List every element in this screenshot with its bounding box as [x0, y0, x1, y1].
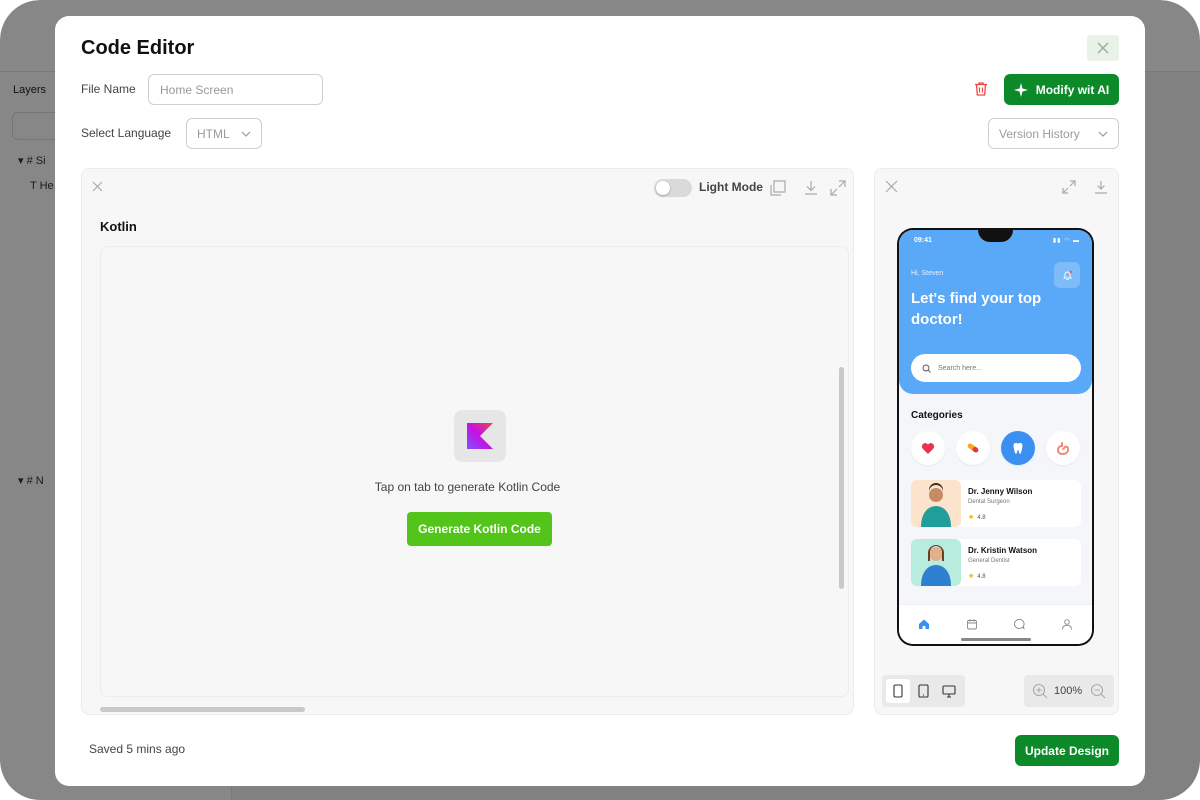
phone-greeting: Hi, Steven — [911, 270, 944, 277]
phone-bottom-nav — [899, 604, 1092, 644]
phone-notification-button[interactable] — [1054, 262, 1080, 288]
doctor-photo — [911, 480, 961, 527]
close-icon[interactable] — [92, 181, 103, 192]
phone-home-indicator — [961, 638, 1031, 641]
update-design-button[interactable]: Update Design — [1015, 735, 1119, 766]
device-mobile-button[interactable] — [886, 679, 910, 703]
doctor-avatar-icon — [921, 483, 951, 527]
phone-time: 09:41 — [914, 237, 932, 244]
device-tablet-button[interactable] — [911, 679, 935, 703]
phone-screen: 09:41 ▮▮ ◠ ▬ Hi, Steven Let's find your … — [899, 230, 1092, 644]
horizontal-scrollbar[interactable] — [100, 707, 305, 712]
doctor-role: Dental Surgeon — [968, 499, 1010, 505]
trash-icon[interactable] — [972, 80, 990, 98]
mobile-icon — [893, 684, 903, 698]
phone-search-placeholder: Search here... — [938, 364, 982, 372]
tooth-icon — [1013, 442, 1023, 454]
phone-categories-title: Categories — [911, 410, 963, 421]
download-icon[interactable] — [802, 179, 820, 197]
device-desktop-button[interactable] — [937, 679, 961, 703]
select-language-label: Select Language — [81, 126, 172, 140]
phone-preview: 09:41 ▮▮ ◠ ▬ Hi, Steven Let's find your … — [897, 228, 1094, 646]
vertical-scrollbar[interactable] — [839, 367, 844, 589]
phone-doctor-card[interactable]: Dr. Kristin Watson General Dentist ★ 4.8 — [911, 539, 1081, 586]
empty-state-message: Tap on tab to generate Kotlin Code — [374, 480, 561, 494]
search-icon — [922, 364, 931, 373]
pill-icon — [967, 443, 979, 453]
star-icon: ★ — [968, 573, 975, 580]
device-switcher — [882, 675, 965, 707]
file-name-label: File Name — [81, 82, 136, 96]
download-icon[interactable] — [1093, 179, 1109, 195]
doctor-role: General Dentist — [968, 558, 1010, 564]
sparkle-icon — [1013, 82, 1028, 97]
home-icon[interactable] — [918, 618, 930, 630]
copy-icon[interactable] — [769, 179, 787, 197]
doctor-name: Dr. Kristin Watson — [968, 546, 1038, 555]
light-mode-label: Light Mode — [699, 180, 763, 194]
modify-ai-label: Modify wit AI — [1035, 82, 1110, 97]
chevron-down-icon — [1098, 131, 1108, 137]
preview-panel: 09:41 ▮▮ ◠ ▬ Hi, Steven Let's find your … — [874, 168, 1119, 715]
close-icon — [1097, 42, 1109, 54]
chat-icon[interactable] — [1013, 618, 1025, 630]
version-history-select[interactable]: Version History — [988, 118, 1119, 149]
stomach-icon — [1057, 441, 1069, 455]
tablet-icon — [917, 684, 929, 698]
phone-headline: Let's find your top doctor! — [911, 290, 1042, 328]
close-icon[interactable] — [884, 179, 900, 195]
phone-category-pill[interactable] — [956, 431, 990, 465]
code-editor-panel: Light Mode Kotlin Tap on tab to generate… — [81, 168, 854, 715]
language-select[interactable]: HTML — [186, 118, 262, 149]
phone-hero: 09:41 ▮▮ ◠ ▬ Hi, Steven Let's find your … — [899, 230, 1092, 394]
expand-icon[interactable] — [1061, 179, 1077, 195]
modify-ai-button[interactable]: Modify wit AI — [1004, 74, 1119, 105]
star-icon: ★ — [968, 514, 975, 521]
phone-category-tooth[interactable] — [1001, 431, 1035, 465]
file-name-input[interactable]: Home Screen — [148, 74, 323, 105]
expand-icon[interactable] — [829, 179, 847, 197]
phone-status-icons: ▮▮ ◠ ▬ — [1052, 238, 1080, 244]
generate-kotlin-button[interactable]: Generate Kotlin Code — [407, 512, 552, 546]
doctor-rating: ★ 4.8 — [968, 514, 986, 521]
phone-category-stomach[interactable] — [1046, 431, 1080, 465]
chevron-down-icon — [241, 131, 251, 137]
doctor-rating: ★ 4.8 — [968, 573, 986, 580]
doctor-name: Dr. Jenny Wilson — [968, 487, 1033, 496]
phone-doctor-card[interactable]: Dr. Jenny Wilson Dental Surgeon ★ 4.8 — [911, 480, 1081, 527]
doctor-avatar-icon — [921, 545, 951, 586]
saved-status: Saved 5 mins ago — [89, 742, 186, 756]
kotlin-logo — [454, 410, 506, 462]
calendar-icon[interactable] — [966, 618, 978, 630]
language-select-value: HTML — [197, 126, 230, 141]
zoom-controls: 100% — [1024, 675, 1114, 707]
zoom-level: 100% — [1054, 685, 1083, 697]
version-history-label: Version History — [999, 126, 1080, 141]
phone-search-input[interactable]: Search here... — [911, 354, 1081, 382]
kotlin-icon — [467, 423, 493, 449]
modal-title: Code Editor — [81, 37, 195, 59]
code-language-title: Kotlin — [100, 219, 137, 234]
heart-icon — [921, 442, 935, 454]
zoom-in-icon[interactable] — [1032, 683, 1048, 699]
code-editor-modal: Code Editor File Name Home Screen Select… — [55, 16, 1145, 786]
phone-notch — [978, 230, 1013, 242]
desktop-icon — [942, 684, 956, 698]
code-area[interactable] — [100, 246, 849, 697]
profile-icon[interactable] — [1061, 618, 1073, 630]
zoom-out-icon[interactable] — [1090, 683, 1106, 699]
phone-category-heart[interactable] — [911, 431, 945, 465]
doctor-photo — [911, 539, 961, 586]
close-button[interactable] — [1087, 35, 1119, 61]
bell-icon — [1062, 270, 1072, 280]
light-mode-toggle[interactable] — [654, 179, 692, 197]
